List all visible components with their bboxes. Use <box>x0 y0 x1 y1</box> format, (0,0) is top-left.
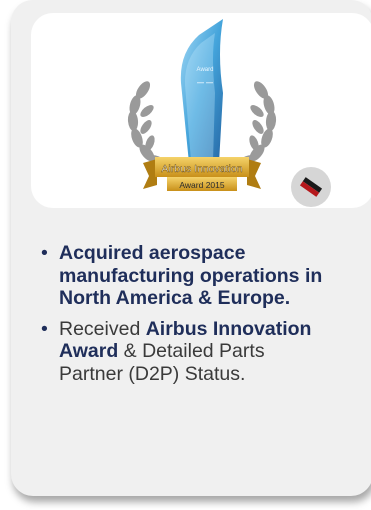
achievements-list: • Acquired aerospace manufacturing operat… <box>36 242 326 393</box>
content-card: Award — — Airbus Innovation Award 2015 •… <box>11 0 371 496</box>
bullet-dot: • <box>41 317 48 340</box>
trophy-award-image: Award — — Airbus Innovation Award 2015 <box>119 13 285 208</box>
achievement-text: Received <box>59 317 146 340</box>
svg-text:Award: Award <box>197 67 214 73</box>
award-image-panel: Award — — Airbus Innovation Award 2015 <box>31 13 371 208</box>
ribbon-line-1: Airbus Innovation <box>161 163 242 175</box>
achievement-item: • Acquired aerospace manufacturing operat… <box>36 242 326 310</box>
bullet-dot: • <box>41 242 48 264</box>
svg-text:— —: — — <box>197 80 213 87</box>
achievement-text-bold: Acquired aerospace manufacturing operati… <box>59 242 323 309</box>
ribbon-line-2: Award 2015 <box>179 180 224 190</box>
achievement-item: • Received Airbus Innovation Award & Deta… <box>36 318 326 386</box>
flag-badge[interactable] <box>291 167 331 207</box>
flag-icon <box>299 177 323 197</box>
trophy-illustration: Award — — Airbus Innovation Award 2015 <box>127 19 277 191</box>
